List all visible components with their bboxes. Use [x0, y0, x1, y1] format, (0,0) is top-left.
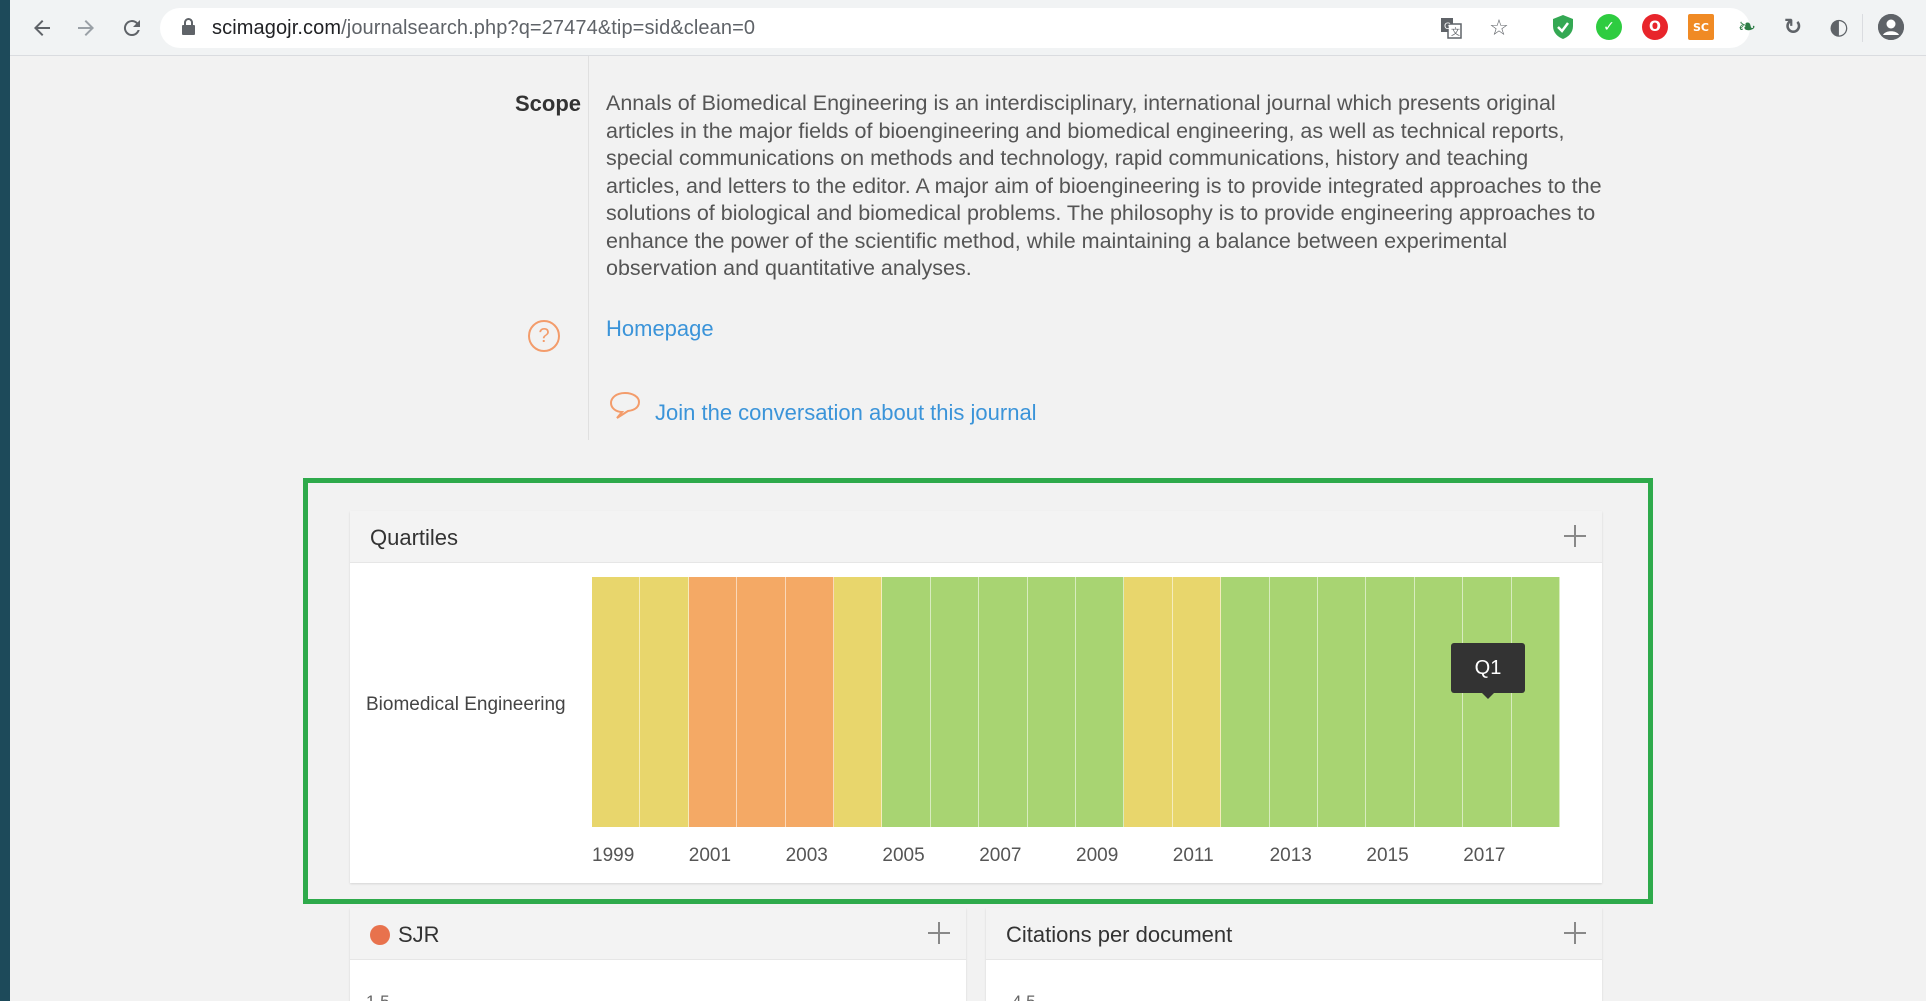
quartile-bars [592, 577, 1560, 827]
year-tick-label: 1999 [592, 845, 635, 866]
join-conversation-link[interactable]: Join the conversation about this journal [655, 400, 1037, 426]
quartile-cell-2016[interactable] [1414, 577, 1464, 827]
category-label: Biomedical Engineering [366, 694, 566, 715]
lock-icon [182, 18, 195, 35]
quartile-cell-2001[interactable] [688, 577, 738, 827]
quartile-cell-2006[interactable] [930, 577, 980, 827]
quartile-cell-2005[interactable] [882, 577, 931, 827]
citations-card-header: Citations per document [986, 908, 1602, 960]
quartile-cell-2018[interactable] [1511, 577, 1560, 827]
expand-plus-icon[interactable] [1562, 523, 1588, 549]
back-arrow-icon[interactable] [24, 10, 60, 46]
reload-icon[interactable] [114, 10, 150, 46]
scope-description: Annals of Biomedical Engineering is an i… [606, 91, 1602, 280]
quartile-cell-2002[interactable] [737, 577, 786, 827]
quartile-cell-2000[interactable] [640, 577, 689, 827]
info-divider [588, 56, 589, 440]
sjr-axis-tick: 1.5 [366, 992, 390, 1001]
url-text: scimagojr.com/journalsearch.php?q=27474&… [212, 17, 756, 39]
browser-toolbar: scimagojr.com/journalsearch.php?q=27474&… [10, 0, 1926, 56]
year-tick-label: 2007 [979, 845, 1022, 866]
svg-text:文: 文 [1451, 26, 1460, 38]
journal-page: Scope Annals of Biomedical Engineering i… [10, 56, 1926, 1001]
year-tick-label: 2009 [1076, 845, 1119, 866]
quartile-cell-2014[interactable] [1318, 577, 1367, 827]
quartile-cell-2013[interactable] [1269, 577, 1318, 827]
toolbar-divider [1862, 14, 1863, 42]
quartile-cell-2009[interactable] [1076, 577, 1125, 827]
svg-text:G: G [1444, 22, 1451, 32]
forward-arrow-icon[interactable] [68, 10, 104, 46]
year-tick-label: 2015 [1366, 845, 1409, 866]
browser-window: scimagojr.com/journalsearch.php?q=27474&… [10, 0, 1926, 1001]
sjr-card-header: SJR [350, 908, 966, 960]
citations-axis-tick: 4.5 [1012, 992, 1036, 1001]
account-icon[interactable] [1878, 14, 1904, 40]
question-icon[interactable]: ? [528, 320, 560, 352]
check-extension-icon[interactable]: ✓ [1596, 14, 1622, 40]
sc-extension-icon[interactable]: SC [1688, 14, 1714, 40]
sjr-card: SJR 1.5 [350, 908, 966, 1001]
sjr-card-title: SJR [398, 922, 440, 947]
star-icon[interactable]: ☆ [1486, 15, 1512, 41]
leaf-extension-icon[interactable]: ❧ [1734, 14, 1760, 40]
refresh-extension-icon[interactable]: ↻ [1780, 14, 1806, 40]
quartiles-card-header: Quartiles [350, 511, 1602, 563]
quartile-cell-2012[interactable] [1221, 577, 1270, 827]
address-bar[interactable]: scimagojr.com/journalsearch.php?q=27474&… [160, 8, 1750, 48]
citations-card-title: Citations per document [1006, 922, 1233, 947]
quartile-cell-2010[interactable] [1124, 577, 1173, 827]
homepage-link[interactable]: Homepage [606, 316, 714, 342]
year-tick-label: 2017 [1463, 845, 1506, 866]
quartiles-card: Quartiles Biomedical Engineering 1999 200… [350, 511, 1602, 883]
expand-plus-icon[interactable] [1562, 920, 1588, 946]
shield-extension-icon[interactable] [1550, 14, 1576, 40]
expand-plus-icon[interactable] [926, 920, 952, 946]
year-tick-label: 2003 [785, 845, 828, 866]
circle-extension-icon[interactable]: ◐ [1826, 14, 1852, 40]
quartile-cell-2015[interactable] [1366, 577, 1415, 827]
quartile-cell-2008[interactable] [1027, 577, 1076, 827]
year-tick-label: 2001 [688, 845, 732, 866]
quartile-cell-2017[interactable] [1463, 577, 1512, 827]
quartiles-card-title: Quartiles [370, 525, 459, 550]
opera-extension-icon[interactable]: O [1642, 14, 1668, 40]
quartile-cell-2003[interactable] [785, 577, 834, 827]
year-tick-label: 2013 [1269, 845, 1312, 866]
quartile-cell-1999[interactable] [592, 577, 641, 827]
quartile-cell-2004[interactable] [834, 577, 883, 827]
year-tick-label: 2005 [882, 845, 925, 866]
scope-label: Scope [514, 91, 581, 116]
chat-bubble-icon [609, 391, 641, 419]
quartile-cell-2011[interactable] [1172, 577, 1222, 827]
quartile-cell-2007[interactable] [979, 577, 1028, 827]
translate-icon[interactable]: G文 [1438, 15, 1464, 41]
year-tick-label: 2011 [1172, 845, 1214, 866]
sjr-legend-dot [370, 925, 390, 945]
quartile-tooltip: Q1 [1451, 643, 1525, 699]
citations-card: Citations per document 4.5 [986, 908, 1602, 1001]
